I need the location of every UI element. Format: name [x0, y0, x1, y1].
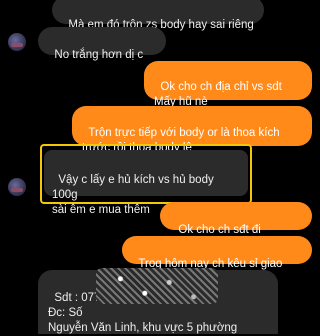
- incoming-message: Mà em đó trộn zs body hay sai riêng: [52, 0, 264, 31]
- outgoing-message: Ok cho ch sđt đi: [160, 202, 312, 236]
- outgoing-message: Ok cho ch địa chỉ vs sdt Mấy hũ nè: [144, 61, 312, 108]
- contact-avatar[interactable]: [8, 178, 26, 196]
- message-text: No trắng hơn dị c: [54, 49, 144, 61]
- outgoing-message: Trog hôm nay ch kêu sỉ giao: [122, 236, 312, 270]
- incoming-message: No trắng hơn dị c: [38, 27, 166, 61]
- redaction-scribble: [96, 268, 218, 304]
- message-text: Ok cho ch sđt đi: [178, 224, 261, 236]
- contact-avatar[interactable]: [8, 33, 26, 51]
- incoming-message: Vậy c lấy e hủ kích vs hủ body 100g sài …: [44, 150, 248, 216]
- outgoing-message: Trộn trực tiếp với body or là thoa kích …: [72, 106, 312, 154]
- message-text: Ok cho ch địa chỉ vs sdt Mấy hũ nè: [154, 81, 282, 108]
- message-text-part: ch kêu sỉ giao: [208, 258, 283, 270]
